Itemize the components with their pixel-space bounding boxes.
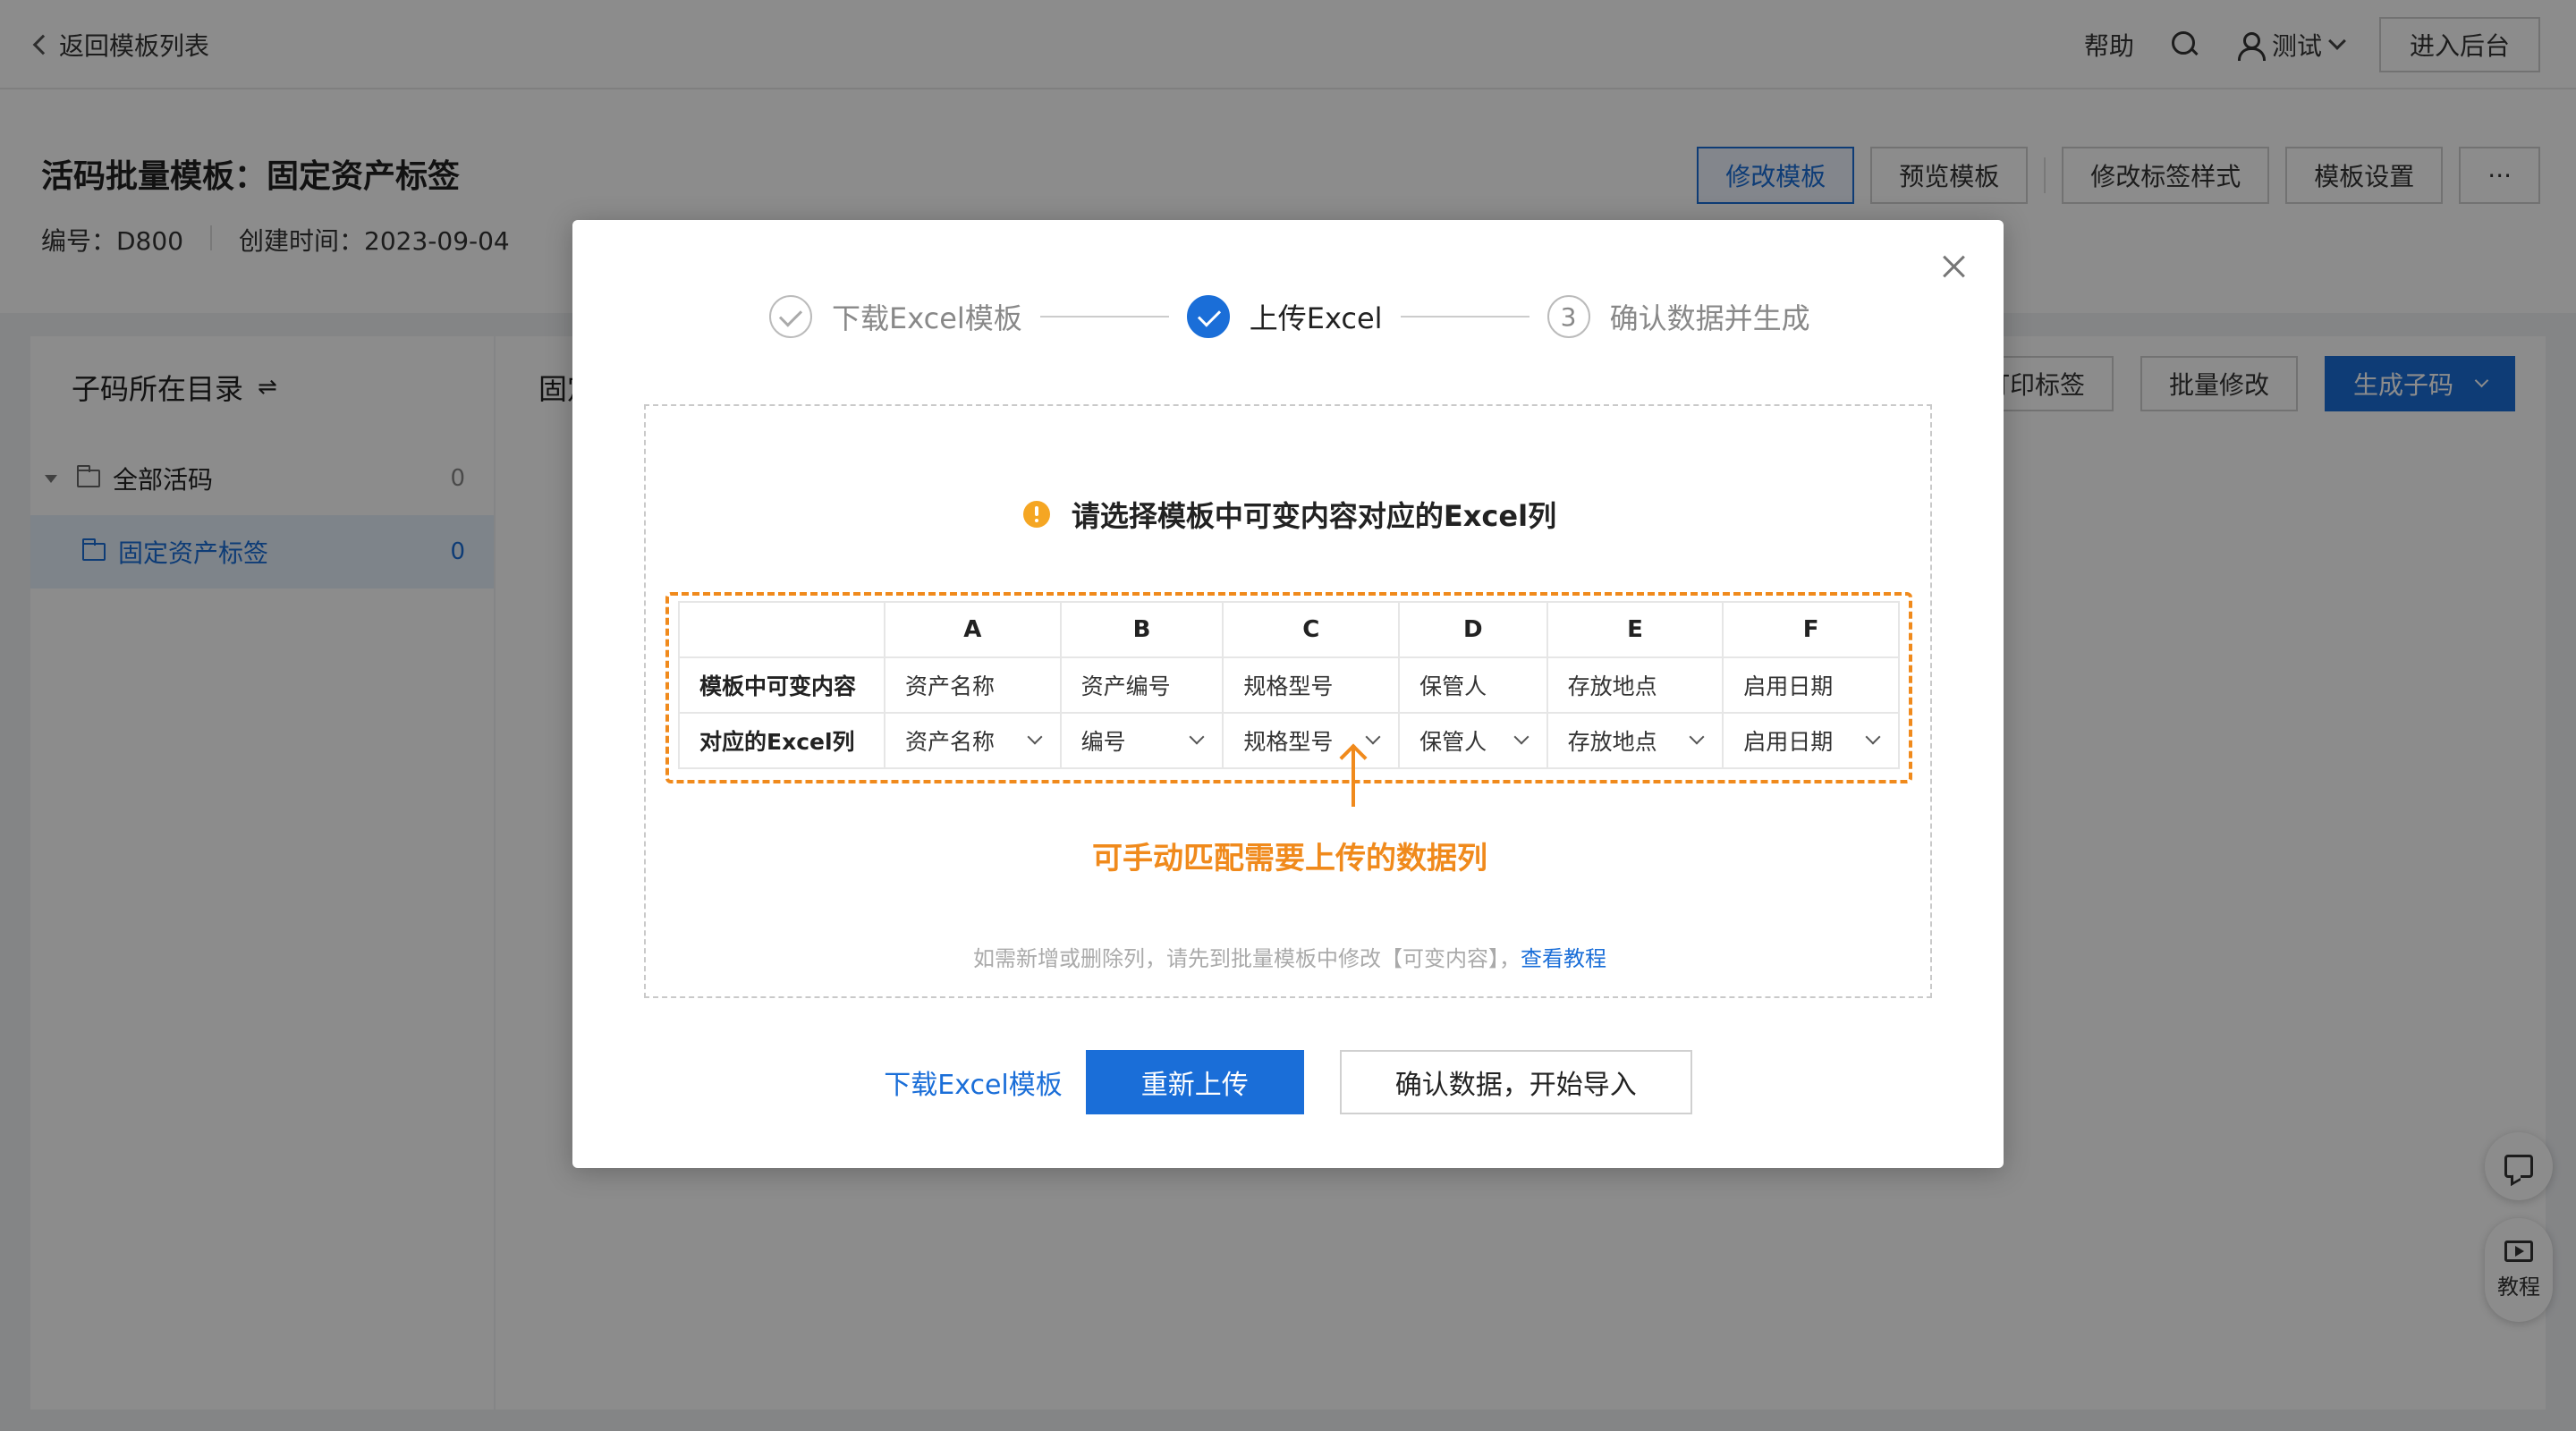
select-value: 规格型号 bbox=[1243, 729, 1334, 755]
template-field-cell: 资产名称 bbox=[884, 656, 1062, 714]
select-value: 启用日期 bbox=[1743, 729, 1834, 755]
excel-column-select[interactable]: 保管人 bbox=[1398, 712, 1548, 769]
check-circle-filled-icon bbox=[1186, 295, 1230, 338]
step-upload-excel: 上传Excel bbox=[1186, 295, 1383, 338]
chevron-down-icon bbox=[1189, 729, 1205, 745]
edit-columns-note-text: 如需新增或删除列，请先到批量模板中修改【可变内容】， bbox=[973, 946, 1521, 971]
chevron-down-icon bbox=[1365, 729, 1381, 745]
column-header: F bbox=[1722, 601, 1900, 658]
step-indicator: 下载Excel模板 上传Excel 3 确认数据并生成 bbox=[769, 292, 1810, 342]
mapping-hint-text: 请选择模板中可变内容对应的Excel列 bbox=[1071, 499, 1557, 533]
row-label: 对应的Excel列 bbox=[678, 712, 886, 769]
step-connector bbox=[1039, 316, 1169, 318]
reupload-button[interactable]: 重新上传 bbox=[1085, 1050, 1304, 1114]
download-excel-template-link[interactable]: 下载Excel模板 bbox=[884, 1063, 1062, 1102]
excel-column-select[interactable]: 规格型号 bbox=[1222, 712, 1401, 769]
warning-icon bbox=[1022, 501, 1050, 528]
step-number: 3 bbox=[1546, 295, 1590, 338]
column-header: E bbox=[1546, 601, 1724, 658]
chevron-down-icon bbox=[1865, 729, 1881, 745]
upload-excel-dialog: 下载Excel模板 上传Excel 3 确认数据并生成 请选择模板中可变内容对应… bbox=[572, 220, 2004, 1168]
step-connector bbox=[1400, 316, 1530, 318]
table-row: 对应的Excel列 资产名称 编号 规格型号 保管人 存放地点 启用日期 bbox=[678, 712, 1900, 769]
column-header: C bbox=[1222, 601, 1401, 658]
step-download-template: 下载Excel模板 bbox=[769, 295, 1022, 338]
template-field-cell: 保管人 bbox=[1398, 656, 1548, 714]
table-header-row: A B C D E F bbox=[678, 601, 1900, 658]
excel-column-select[interactable]: 存放地点 bbox=[1546, 712, 1724, 769]
chevron-down-icon bbox=[1513, 729, 1530, 745]
column-header: A bbox=[884, 601, 1062, 658]
chevron-down-icon bbox=[1689, 729, 1705, 745]
template-field-cell: 启用日期 bbox=[1722, 656, 1900, 714]
view-tutorial-link[interactable]: 查看教程 bbox=[1521, 946, 1606, 971]
excel-column-select[interactable]: 启用日期 bbox=[1722, 712, 1900, 769]
template-field-cell: 存放地点 bbox=[1546, 656, 1724, 714]
column-mapping-table: A B C D E F 模板中可变内容 资产名称 资产编号 规格型号 保管人 存… bbox=[678, 601, 1900, 769]
row-label: 模板中可变内容 bbox=[678, 656, 886, 714]
excel-column-select[interactable]: 资产名称 bbox=[884, 712, 1062, 769]
arrow-up-icon bbox=[1352, 748, 1355, 807]
template-field-cell: 规格型号 bbox=[1222, 656, 1401, 714]
column-mapping-area: 请选择模板中可变内容对应的Excel列 A B C D E F 模板中可变内容 … bbox=[644, 404, 1932, 998]
annotation-highlight-frame: A B C D E F 模板中可变内容 资产名称 资产编号 规格型号 保管人 存… bbox=[665, 592, 1912, 783]
select-value: 存放地点 bbox=[1567, 729, 1657, 755]
step-label: 下载Excel模板 bbox=[832, 301, 1022, 335]
select-value: 保管人 bbox=[1419, 729, 1487, 755]
step-label: 上传Excel bbox=[1249, 301, 1383, 335]
select-value: 编号 bbox=[1080, 729, 1126, 755]
edit-columns-note: 如需新增或删除列，请先到批量模板中修改【可变内容】，查看教程 bbox=[646, 941, 1934, 972]
excel-column-select[interactable]: 编号 bbox=[1059, 712, 1224, 769]
column-header: D bbox=[1398, 601, 1548, 658]
check-circle-icon bbox=[769, 295, 812, 338]
template-field-cell: 资产编号 bbox=[1059, 656, 1224, 714]
step-confirm-generate: 3 确认数据并生成 bbox=[1546, 295, 1810, 338]
table-row: 模板中可变内容 资产名称 资产编号 规格型号 保管人 存放地点 启用日期 bbox=[678, 656, 1900, 714]
header-cell-empty bbox=[678, 601, 886, 658]
annotation-text: 可手动匹配需要上传的数据列 bbox=[1092, 841, 1487, 876]
confirm-import-button[interactable]: 确认数据，开始导入 bbox=[1339, 1050, 1692, 1114]
column-header: B bbox=[1059, 601, 1224, 658]
mapping-hint: 请选择模板中可变内容对应的Excel列 bbox=[646, 494, 1934, 535]
close-icon[interactable] bbox=[1939, 252, 1968, 281]
dialog-actions: 下载Excel模板 重新上传 确认数据，开始导入 bbox=[572, 1050, 2004, 1114]
select-value: 资产名称 bbox=[905, 729, 996, 755]
step-label: 确认数据并生成 bbox=[1609, 301, 1810, 335]
chevron-down-icon bbox=[1027, 729, 1043, 745]
